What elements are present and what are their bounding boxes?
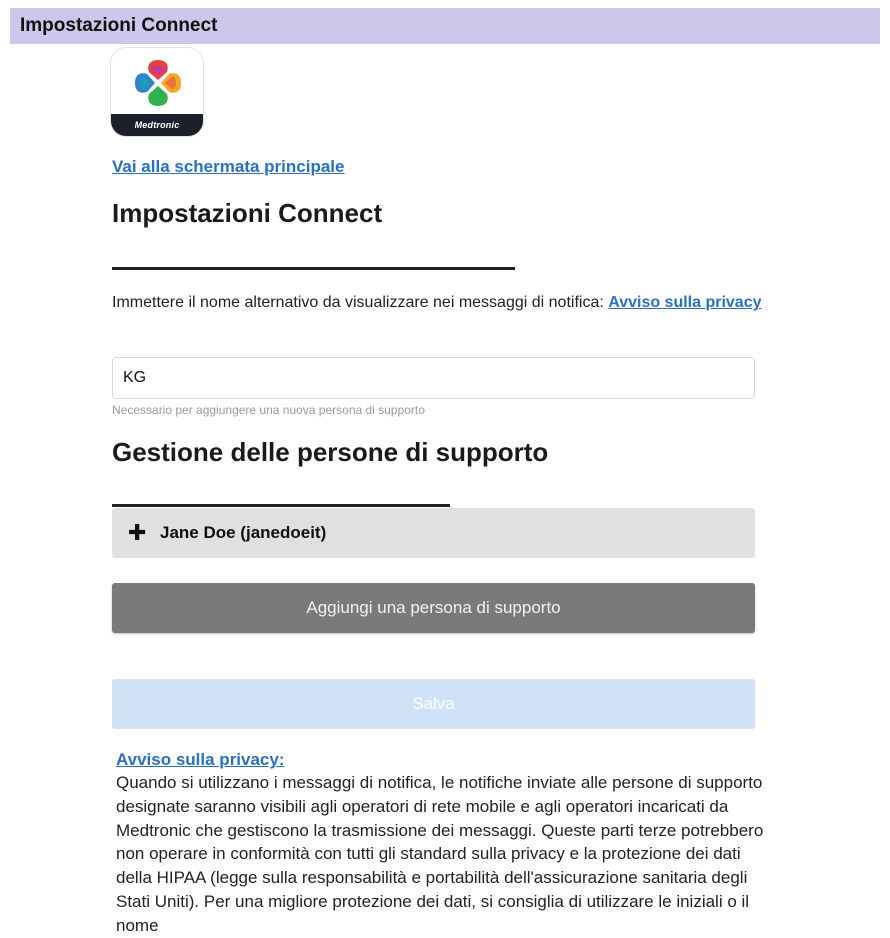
support-person-row[interactable]: ✚ Jane Doe (janedoeit)	[112, 508, 755, 558]
save-button[interactable]: Salva	[112, 679, 755, 729]
instruction-text: Immettere il nome alternativo da visuali…	[112, 294, 604, 311]
page: Impostazioni Connect Medtronic Vai alla …	[0, 0, 890, 938]
privacy-notice-body: Quando si utilizzano i messaggi di notif…	[116, 773, 764, 935]
support-divider	[112, 504, 450, 507]
plus-icon: ✚	[128, 520, 147, 545]
add-support-person-button[interactable]: Aggiungi una persona di supporto	[112, 583, 755, 633]
medtronic-cross-icon	[135, 60, 181, 106]
privacy-notice-title[interactable]: Avviso sulla privacy:	[116, 750, 285, 770]
home-link[interactable]: Vai alla schermata principale	[112, 157, 344, 177]
privacy-notice-link[interactable]: Avviso sulla privacy	[608, 294, 761, 311]
medtronic-logo: Medtronic	[110, 47, 204, 137]
support-person-name: Jane Doe (janedoeit)	[160, 523, 327, 542]
alt-name-hint: Necessario per aggiungere una nuova pers…	[112, 403, 425, 417]
alt-name-input[interactable]	[112, 357, 755, 399]
alt-name-instruction: Immettere il nome alternativo da visuali…	[112, 290, 762, 315]
settings-heading: Impostazioni Connect	[112, 198, 383, 228]
heading-divider	[112, 267, 515, 270]
logo-wordmark: Medtronic	[111, 114, 203, 136]
support-heading: Gestione delle persone di supporto	[112, 437, 549, 467]
window-title: Impostazioni Connect	[10, 8, 880, 44]
